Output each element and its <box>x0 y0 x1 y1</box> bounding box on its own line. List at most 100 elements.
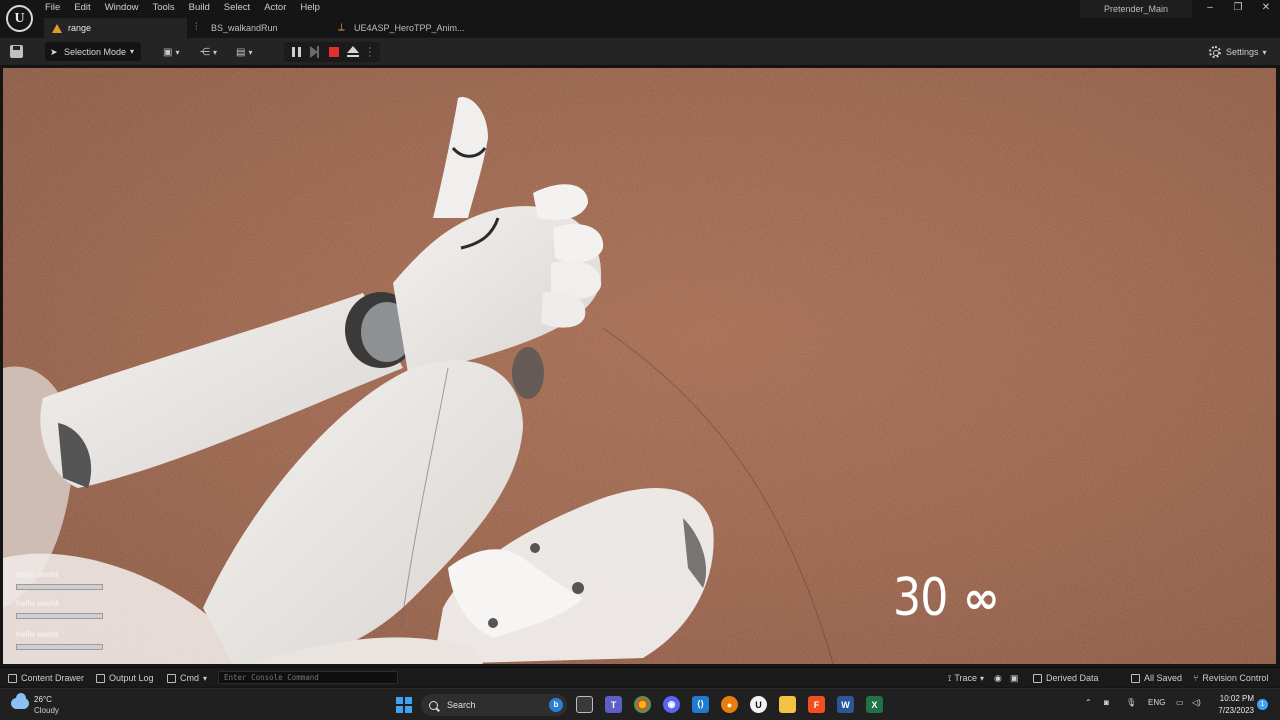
menu-select[interactable]: Select <box>217 0 257 16</box>
blendspace-icon: ⫶ <box>195 22 198 33</box>
chevron-up-icon[interactable]: ⌃ <box>1085 698 1092 707</box>
main-menu: File Edit Window Tools Build Select Acto… <box>38 0 327 16</box>
restore-button[interactable]: ❐ <box>1228 2 1248 18</box>
selection-mode-label: Selection Mode <box>64 46 127 57</box>
teams-icon[interactable]: T <box>605 696 622 713</box>
windows-start-icon[interactable] <box>396 697 412 713</box>
clock-time[interactable]: 10:02 PM <box>1214 694 1254 703</box>
terminal-icon <box>167 673 176 683</box>
language-indicator[interactable]: ENG <box>1148 698 1165 707</box>
tab-anim-blueprint[interactable]: ⟂ UE4ASP_HeroTPP_Anim... <box>330 18 473 38</box>
bing-icon[interactable]: b <box>549 698 563 712</box>
cursor-arrow-icon: ➤ <box>50 46 58 57</box>
cmd-dropdown[interactable]: Cmd ▾ <box>167 671 207 685</box>
chevron-down-icon: ▾ <box>203 673 208 683</box>
menu-file[interactable]: File <box>38 0 67 16</box>
menu-help[interactable]: Help <box>293 0 327 16</box>
vscode-icon[interactable]: ⟨⟩ <box>692 696 709 713</box>
project-name: Pretender_Main <box>1080 0 1192 18</box>
record-button[interactable]: ◉ <box>994 671 1002 685</box>
cinematics-button[interactable]: ▤ ▾ <box>236 44 252 60</box>
search-icon <box>429 700 438 710</box>
eject-icon[interactable] <box>347 46 359 57</box>
output-log-button[interactable]: Output Log <box>96 671 154 685</box>
document-tabs: range ⫶ BS_walkandRun ⟂ UE4ASP_HeroTPP_A… <box>44 18 473 38</box>
task-view-icon[interactable] <box>576 696 593 713</box>
tab-bs-walkandrun[interactable]: ⫶ BS_walkandRun <box>187 18 330 38</box>
chevron-down-icon: ▾ <box>213 47 218 57</box>
network-icon[interactable]: ▭ <box>1176 698 1184 707</box>
windows-taskbar: 26°C Cloudy Search b T ◉ ⟨⟩ ● U F W X ⌃ … <box>0 688 1280 720</box>
trace-button[interactable]: ⟟ Trace ▾ <box>948 671 984 685</box>
derived-data-button[interactable]: Derived Data <box>1033 671 1099 685</box>
menu-edit[interactable]: Edit <box>67 0 97 16</box>
close-button[interactable]: ✕ <box>1256 2 1276 18</box>
unreal-taskbar-icon[interactable]: U <box>750 696 767 713</box>
debug-message: hello world <box>16 599 59 608</box>
frame-advance-icon[interactable] <box>310 46 319 58</box>
blender-icon[interactable]: ● <box>721 696 738 713</box>
stop-icon[interactable] <box>329 47 339 57</box>
excel-icon[interactable]: X <box>866 696 883 713</box>
warning-icon <box>52 23 62 33</box>
screenshot-button[interactable]: ▣ <box>1010 671 1019 685</box>
revision-control-label: Revision Control <box>1202 673 1269 683</box>
trace-label: Trace <box>954 673 978 683</box>
drawer-icon <box>8 673 17 683</box>
branch-icon: ⑂ <box>1193 673 1199 683</box>
editor-status-bar: Content Drawer Output Log Cmd ▾ ⟟ Trace … <box>0 667 1280 687</box>
selection-mode-dropdown[interactable]: ➤ Selection Mode ▾ <box>45 42 141 61</box>
log-icon <box>96 673 105 683</box>
microphone-icon[interactable]: 🎙 <box>1126 698 1136 707</box>
discord-tray-icon[interactable]: ◙ <box>1104 698 1109 707</box>
unreal-logo-icon[interactable]: U <box>6 5 33 32</box>
infinity-symbol: ∞ <box>963 573 1000 624</box>
all-saved-label: All Saved <box>1144 673 1183 683</box>
notification-icon[interactable]: 1 <box>1257 699 1268 710</box>
pause-icon[interactable] <box>292 47 301 57</box>
weather-temperature[interactable]: 26°C <box>34 695 52 704</box>
more-options-icon[interactable]: · · · <box>368 43 372 62</box>
revision-control-button[interactable]: ⑂ Revision Control <box>1193 671 1268 685</box>
anim-blueprint-icon: ⟂ <box>338 22 345 33</box>
discord-icon[interactable]: ◉ <box>663 696 680 713</box>
menu-build[interactable]: Build <box>182 0 217 16</box>
debug-bar <box>16 584 103 590</box>
menu-window[interactable]: Window <box>98 0 146 16</box>
all-saved-button[interactable]: All Saved <box>1131 671 1182 685</box>
minimize-button[interactable]: – <box>1200 2 1220 18</box>
level-viewport[interactable]: hello world hello world hello world 30 ∞ <box>3 68 1276 664</box>
gear-icon <box>1209 46 1221 58</box>
weather-description[interactable]: Cloudy <box>34 706 59 715</box>
file-explorer-icon[interactable] <box>779 696 796 713</box>
knuckle-3 <box>488 618 498 628</box>
knuckle-1 <box>530 543 540 553</box>
cloud-icon[interactable] <box>11 693 29 709</box>
fps-counter: 30 <box>893 568 948 628</box>
knuckle-2 <box>572 582 584 594</box>
chevron-down-icon: ▾ <box>248 47 253 57</box>
trace-icon: ⟟ <box>948 672 952 683</box>
chrome-icon[interactable] <box>634 696 651 713</box>
console-command-input[interactable] <box>218 671 398 684</box>
figma-icon[interactable]: F <box>808 696 825 713</box>
menu-actor[interactable]: Actor <box>257 0 293 16</box>
blueprint-button[interactable]: ⋲ ▾ <box>200 44 217 60</box>
menu-tools[interactable]: Tools <box>145 0 181 16</box>
chevron-down-icon: ▾ <box>1262 47 1267 57</box>
taskbar-search[interactable]: Search b <box>421 694 567 716</box>
save-icon[interactable] <box>10 45 23 58</box>
volume-icon[interactable]: ◁) <box>1192 698 1201 707</box>
chevron-down-icon: ▾ <box>130 47 135 56</box>
blueprint-icon: ⋲ <box>200 46 210 58</box>
tab-label: range <box>68 23 92 33</box>
play-controls: · · · <box>284 42 380 62</box>
search-placeholder: Search <box>447 700 476 710</box>
clock-date[interactable]: 7/23/2023 <box>1208 706 1254 715</box>
tab-range[interactable]: range <box>44 18 187 38</box>
add-actor-button[interactable]: ▣ ▾ <box>163 44 179 60</box>
settings-button[interactable]: Settings ▾ <box>1209 44 1267 60</box>
content-drawer-button[interactable]: Content Drawer <box>8 671 84 685</box>
word-icon[interactable]: W <box>837 696 854 713</box>
save-status-icon <box>1131 673 1140 683</box>
